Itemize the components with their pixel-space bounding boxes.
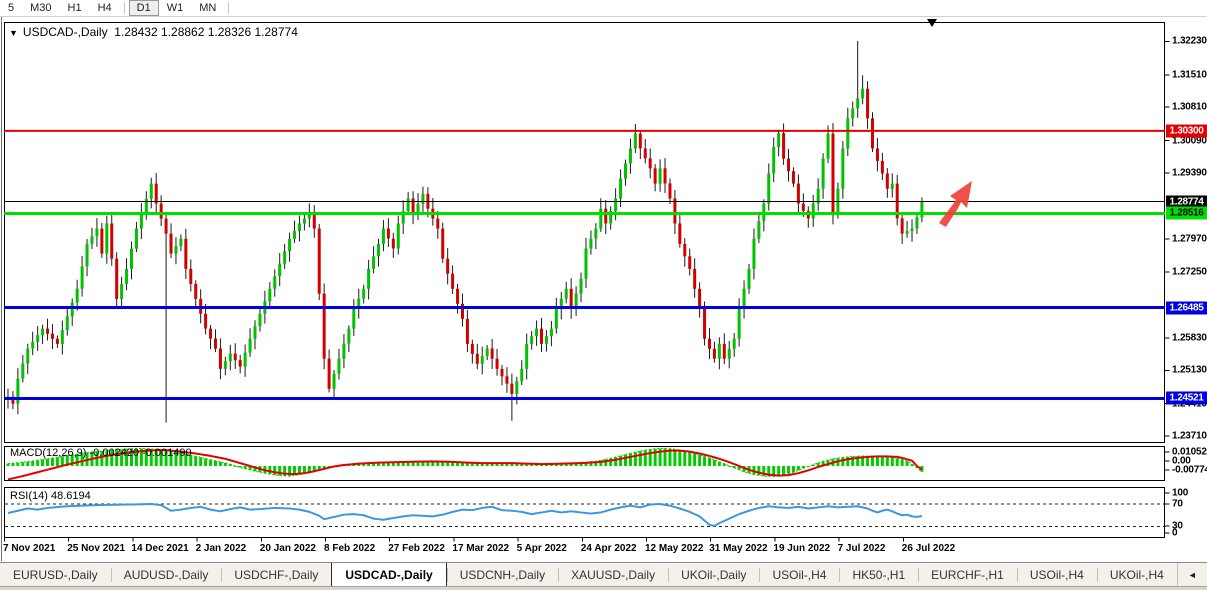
date-tick-label: 19 Jun 2022: [773, 543, 830, 554]
price-tick-label: 1.29390: [1172, 167, 1207, 178]
price-tick-label: 1.27250: [1172, 267, 1207, 278]
date-tick-label: 7 Jul 2022: [838, 543, 886, 554]
rsi-axis-label: 70: [1172, 499, 1183, 510]
price-badge: 1.28516: [1166, 207, 1207, 220]
chart-tab-ukoil-daily[interactable]: UKOil-,Daily: [668, 563, 759, 587]
date-tick-label: 12 May 2022: [645, 543, 703, 554]
date-tick-label: 7 Nov 2021: [3, 543, 55, 554]
macd-values: -0.002420 -0.001490: [89, 447, 191, 459]
chart-tab-ukoil-h4[interactable]: UKOil-,H4: [1097, 563, 1177, 587]
date-tick-label: 17 Mar 2022: [452, 543, 509, 554]
chart-tab-audusd-daily[interactable]: AUDUSD-,Daily: [111, 563, 222, 587]
chart-tab-usdchf-daily[interactable]: USDCHF-,Daily: [221, 563, 331, 587]
date-tick-label: 31 May 2022: [709, 543, 767, 554]
date-tick-label: 26 Jul 2022: [902, 543, 955, 554]
date-tick-label: 25 Nov 2021: [67, 543, 125, 554]
rsi-axis-label: 100: [1172, 488, 1188, 499]
rsi-indicator-label: RSI(14) 48.6194: [10, 490, 91, 502]
date-tick-label: 2 Jan 2022: [196, 543, 247, 554]
chart-tab-eurusd-daily[interactable]: EURUSD-,Daily: [0, 563, 111, 587]
macd-indicator-label: MACD(12,26,9) -0.002420 -0.001490: [10, 447, 192, 459]
chart-tab-usoil-h4[interactable]: USOil-,H4: [759, 563, 839, 587]
rsi-value: 48.6194: [51, 490, 91, 502]
chart-tab-hk50-h1[interactable]: HK50-,H1: [839, 563, 918, 587]
date-tick-label: 8 Feb 2022: [324, 543, 375, 554]
date-tick-label: 5 Apr 2022: [517, 543, 567, 554]
tab-scroll-left-button[interactable]: ◄: [1188, 570, 1197, 580]
chart-tab-usdcad-daily[interactable]: USDCAD-,Daily: [331, 563, 446, 587]
price-tick-label: 1.25830: [1172, 332, 1207, 343]
ohlc-low: 1.28326: [208, 25, 251, 39]
tab-scroll-controls: ◄►: [1177, 563, 1207, 587]
chart-canvas: [0, 0, 1207, 562]
arrow-annotation: [939, 181, 972, 227]
price-tick-label: 1.25130: [1172, 365, 1207, 376]
chart-tab-usoil-h4[interactable]: USOil-,H4: [1017, 563, 1097, 587]
chart-tab-bar: EURUSD-,DailyAUDUSD-,DailyUSDCHF-,DailyU…: [0, 562, 1207, 587]
bottom-strip: [0, 586, 1207, 590]
ohlc-high: 1.28862: [161, 25, 204, 39]
price-tick-label: 1.23710: [1172, 431, 1207, 442]
chart-tab-eurchf-h1[interactable]: EURCHF-,H1: [918, 563, 1017, 587]
rsi-layer: [5, 504, 1164, 527]
ohlc-open: 1.28432: [114, 25, 157, 39]
main-panel: [5, 23, 1165, 443]
candles-layer: [7, 41, 924, 423]
axis-ticks: [1165, 41, 1170, 533]
date-tick-label: 24 Apr 2022: [581, 543, 637, 554]
date-tick-label: 14 Dec 2021: [131, 543, 188, 554]
chart-title: ▼ USDCAD-,Daily 1.28432 1.28862 1.28326 1…: [9, 25, 298, 39]
macd-axis-label: -0.00774: [1172, 465, 1207, 476]
chart-tab-xauusd-daily[interactable]: XAUUSD-,Daily: [558, 563, 668, 587]
symbol-period-label: USDCAD-,Daily: [23, 25, 108, 39]
price-tick-label: 1.27970: [1172, 233, 1207, 244]
trading-app-window: 5M30H1H4D1W1MN ▼USDCAD-,Daily 1.28432 1.…: [0, 0, 1207, 590]
price-badge: 1.24521: [1166, 392, 1207, 405]
price-badge: 1.26485: [1166, 301, 1207, 314]
rsi-axis-label: 0: [1172, 528, 1177, 539]
price-badge: 1.30300: [1166, 124, 1207, 137]
date-tick-label: 27 Feb 2022: [388, 543, 445, 554]
price-tick-label: 1.31510: [1172, 69, 1207, 80]
chart-tab-usdcnh-daily[interactable]: USDCNH-,Daily: [447, 563, 558, 587]
price-tick-label: 1.32230: [1172, 36, 1207, 47]
date-tick-label: 20 Jan 2022: [260, 543, 316, 554]
price-tick-label: 1.30810: [1172, 102, 1207, 113]
ohlc-close: 1.28774: [254, 25, 297, 39]
chart-dropdown-icon[interactable]: ▼: [9, 28, 18, 38]
